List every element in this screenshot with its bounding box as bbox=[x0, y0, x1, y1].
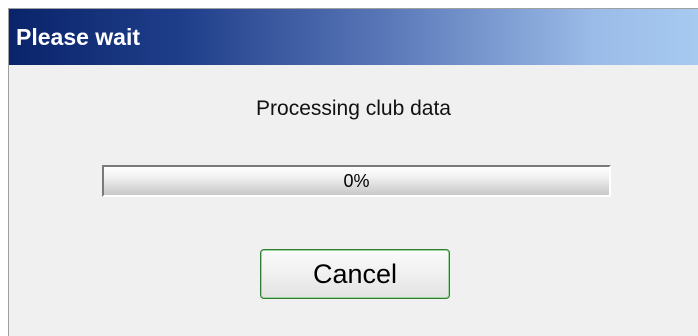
status-message: Processing club data bbox=[256, 97, 451, 120]
progress-bar: 0% bbox=[102, 165, 611, 197]
title-bar[interactable]: Please wait bbox=[9, 9, 698, 65]
cancel-button[interactable]: Cancel bbox=[260, 249, 450, 299]
please-wait-dialog: Please wait Processing club data 0% Canc… bbox=[8, 8, 698, 336]
progress-percent-label: 0% bbox=[343, 170, 370, 191]
window-title: Please wait bbox=[16, 23, 141, 50]
